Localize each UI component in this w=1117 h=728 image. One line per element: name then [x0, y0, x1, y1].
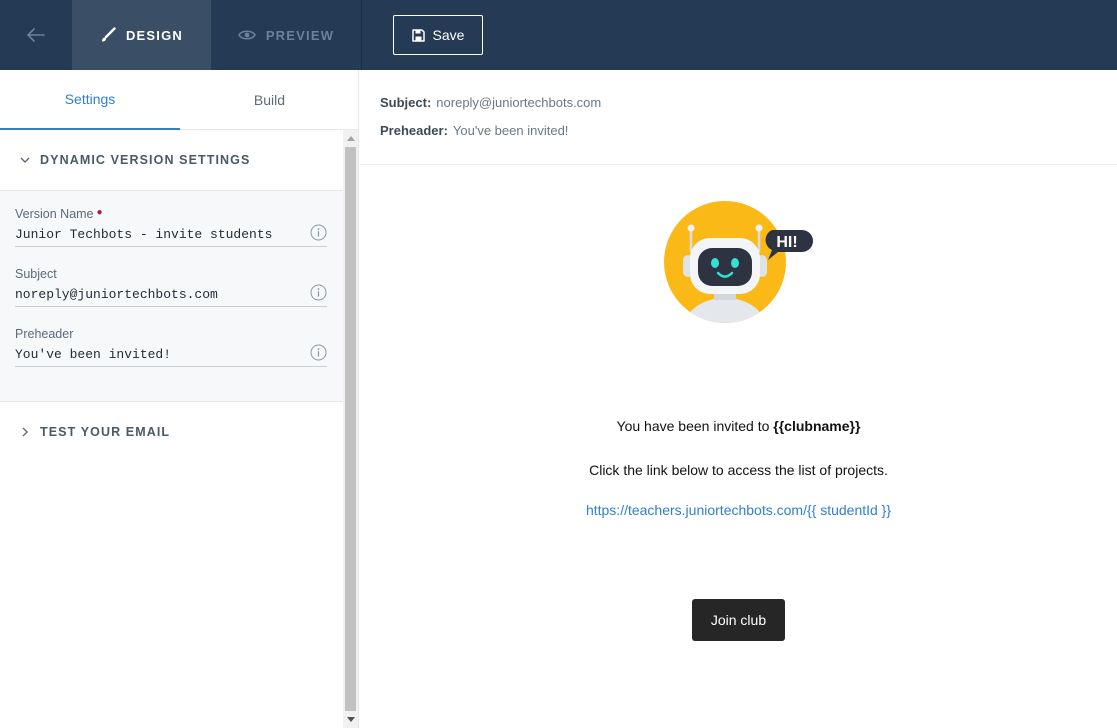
tab-design-label: DESIGN [125, 27, 184, 43]
save-button-label: Save [432, 27, 465, 43]
eye-icon [237, 30, 256, 40]
test-your-email-header[interactable]: TEST YOUR EMAIL [0, 402, 343, 462]
meta-subject-value: noreply@juniortechbots.com [436, 95, 602, 110]
section-title: DYNAMIC VERSION SETTINGS [40, 153, 251, 167]
subject-label: Subject [15, 267, 57, 281]
preheader-input[interactable] [15, 343, 327, 367]
scroll-up-arrow[interactable] [343, 130, 358, 147]
email-meta: Subject: noreply@juniortechbots.com Prehe… [360, 70, 1117, 165]
tab-design[interactable]: DESIGN [72, 0, 211, 70]
meta-subject-label: Subject: [380, 95, 432, 110]
email-body: HI! You have been invited to {{clubname}… [360, 165, 1117, 728]
panel-tabs: Settings Build [0, 70, 359, 130]
version-name-field: Version Name ● [15, 207, 327, 257]
tab-preview-label: PREVIEW [265, 27, 335, 43]
info-icon[interactable] [310, 284, 327, 301]
section-title: TEST YOUR EMAIL [40, 425, 171, 439]
instruction-text: Click the link below to access the list … [589, 462, 888, 478]
email-preview: Subject: noreply@juniortechbots.com Prehe… [360, 70, 1117, 728]
dynamic-version-settings-header[interactable]: DYNAMIC VERSION SETTINGS [0, 130, 343, 190]
info-icon[interactable] [310, 224, 327, 241]
topbar-divider [361, 0, 362, 70]
tab-preview[interactable]: PREVIEW [211, 0, 361, 70]
join-club-button[interactable]: Join club [692, 599, 785, 641]
arrow-left-icon [27, 28, 45, 42]
paintbrush-icon [101, 27, 116, 42]
meta-subject: Subject: noreply@juniortechbots.com [380, 95, 601, 110]
triangle-up-icon [346, 136, 355, 141]
invite-text: You have been invited to {{clubname}} [360, 418, 1117, 434]
tab-settings[interactable]: Settings [0, 70, 180, 130]
subject-input[interactable] [15, 283, 327, 307]
clubname-variable: {{clubname}} [773, 418, 861, 434]
invite-text-prefix: You have been invited to [616, 418, 774, 434]
settings-scroll-area: DYNAMIC VERSION SETTINGS Version Name● S… [0, 130, 343, 728]
version-name-label: Version Name ● [15, 207, 103, 221]
version-name-input[interactable] [15, 223, 327, 247]
floppy-disk-icon [411, 28, 425, 42]
dynamic-version-settings-body: Version Name● Subject Preheader [0, 190, 343, 402]
scroll-down-arrow[interactable] [343, 711, 358, 728]
meta-preheader-value: You've been invited! [452, 123, 569, 138]
chevron-right-icon [22, 427, 28, 437]
preheader-field: Preheader [15, 327, 327, 377]
back-button[interactable] [0, 0, 72, 70]
meta-preheader-label: Preheader: [380, 123, 448, 138]
student-link[interactable]: https://teachers.juniortechbots.com/{{ s… [586, 502, 891, 518]
save-button[interactable]: Save [393, 15, 483, 55]
speech-bubble-text: HI! [776, 234, 797, 251]
chevron-down-icon [20, 157, 30, 163]
top-bar: DESIGN PREVIEW Save [0, 0, 1117, 70]
required-indicator: ● [96, 207, 103, 218]
info-icon[interactable] [310, 344, 327, 361]
meta-preheader: Preheader: You've been invited! [380, 123, 568, 138]
vertical-scrollbar[interactable] [343, 130, 358, 728]
student-link-row: https://teachers.juniortechbots.com/{{ s… [360, 502, 1117, 518]
scrollbar-thumb[interactable] [345, 147, 356, 711]
settings-panel: Settings Build DYNAMIC VERSION SETTINGS … [0, 70, 359, 728]
robot-illustration: HI! [664, 201, 813, 323]
tab-build[interactable]: Build [180, 70, 359, 130]
subject-field: Subject [15, 267, 327, 317]
preheader-label: Preheader [15, 327, 74, 341]
triangle-down-icon [346, 717, 355, 722]
